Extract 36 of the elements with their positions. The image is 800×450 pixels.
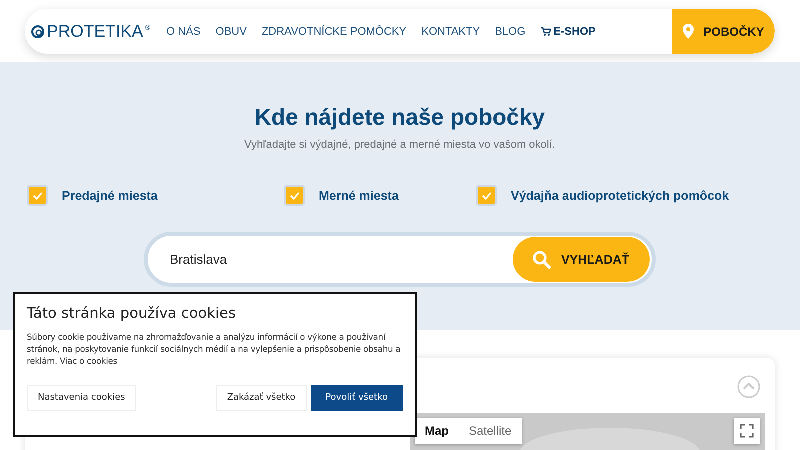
filter-label: Výdajňa audioprotetických pomôcok [511, 188, 730, 202]
filter-label: Predajné miesta [62, 188, 158, 202]
cart-icon [540, 27, 551, 36]
branches-button[interactable]: POBOČKY [672, 9, 775, 54]
checkbox[interactable] [476, 185, 497, 206]
page-title: Kde nájdete naše pobočky [254, 104, 546, 131]
logo-text: PROTETIKA [47, 22, 144, 42]
nav-link[interactable]: E-SHOP [540, 26, 596, 38]
logo-icon [31, 24, 45, 38]
page-subtitle: Vyhľadajte si výdajné, predajné a merné miesta vo vašom okolí. [244, 139, 556, 151]
collapse-icon[interactable] [737, 375, 761, 399]
nav-link[interactable]: ZDRAVOTNÍCKE POMÔCKY [262, 26, 407, 38]
fullscreen-icon [740, 424, 754, 438]
dialog-text: Súbory cookie používame na zhromažďovanie a analýzu informácií o výkone a používaní stránok, na poskytovanie funkcií sociálnych médií a na vylepšenie a prispôsobenie obsahu a reklám. Viac o cookies [27, 331, 402, 367]
search-field[interactable]: Bratislava VYHĽADAŤ [144, 232, 656, 287]
map-type-tab[interactable]: Map [415, 418, 459, 444]
map-pin-icon [682, 24, 694, 39]
check-icon [482, 192, 492, 200]
dialog-button[interactable]: Nastavenia cookies [27, 385, 136, 411]
search-button[interactable]: VYHĽADAŤ [513, 237, 650, 282]
checkbox[interactable] [27, 185, 48, 206]
dialog-title: Táto stránka používa cookies [27, 306, 238, 322]
dialog-button[interactable]: Zakázať všetko [216, 385, 307, 411]
nav-link[interactable]: KONTAKTY [422, 26, 480, 38]
checkbox[interactable] [284, 185, 305, 206]
nav-link[interactable]: BLOG [495, 26, 526, 38]
search-icon [533, 250, 552, 268]
nav-link[interactable]: OBUV [216, 26, 247, 38]
check-icon [32, 192, 42, 200]
map-type-tab[interactable]: Satellite [459, 418, 522, 444]
nav-link[interactable]: O NÁS [166, 26, 201, 38]
dialog-button[interactable]: Povoliť všetko [310, 385, 403, 411]
more-link[interactable]: Viac o cookies [60, 356, 118, 366]
filter-label: Merné miesta [319, 188, 399, 202]
fullscreen-button[interactable] [734, 418, 760, 444]
check-icon [290, 192, 300, 200]
